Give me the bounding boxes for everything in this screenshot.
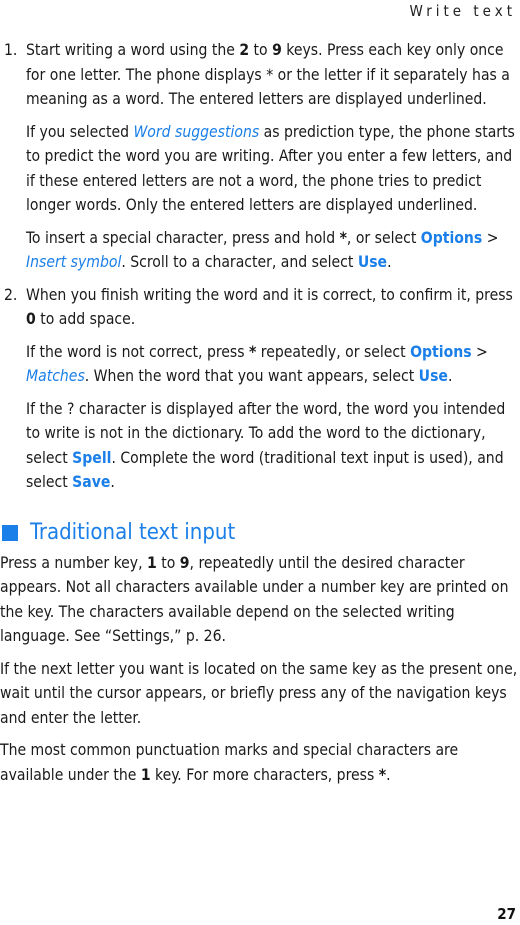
body-paragraph: The most common punctuation marks and sp… [0,741,459,784]
body-paragraph: Press a number key, 1 to 9, repeatedly u… [0,553,509,646]
softkey-label: Use [418,367,448,385]
softkey-label: Options [410,342,472,361]
body-paragraph: If the next letter you want is located o… [0,659,518,727]
page-number: 27 [497,905,516,923]
menu-item-label: Matches [26,367,85,385]
step-paragraph: To insert a special character, press and… [26,228,499,272]
softkey-label: Options [420,228,483,247]
key-label: * [378,765,387,784]
section-body: Press a number key, 1 to 9, repeatedly u… [0,551,520,788]
step-paragraph: Start writing a word using the 2 to 9 ke… [26,41,510,108]
menu-item-label: Insert symbol [26,253,122,271]
softkey-label: Spell [72,448,112,467]
key-label: 9 [179,553,190,572]
step-paragraph: When you finish writing the word and it … [26,285,513,329]
softkey-label: Use [357,253,388,271]
step-paragraph: If you selected Word suggestions as pred… [26,122,515,215]
step-paragraph: If the word is not correct, press * repe… [26,342,488,386]
numbered-steps: 1. Start writing a word using the 2 to 9 … [0,38,520,495]
key-label: 9 [272,41,282,59]
menu-item-label: Word suggestions [133,122,260,141]
step-1: 1. Start writing a word using the 2 to 9 … [0,38,520,275]
step-2: 2. When you finish writing the word and i… [0,283,520,495]
section-heading: Traditional text input [0,519,520,547]
key-label: 1 [147,553,157,572]
step-number: 1. [4,41,18,59]
key-label: * [249,342,257,361]
key-label: 1 [140,765,151,784]
key-label: 2 [239,41,250,59]
section-title: Traditional text input [30,519,236,545]
step-number: 2. [4,285,18,304]
softkey-label: Save [72,473,111,491]
running-header: Write text [409,2,516,20]
step-paragraph: If the ? character is displayed after th… [26,399,506,492]
key-label: 0 [26,310,36,328]
document-body: 1. Start writing a word using the 2 to 9 … [0,38,520,795]
key-label: * [339,228,347,247]
section-square-icon [2,524,18,541]
